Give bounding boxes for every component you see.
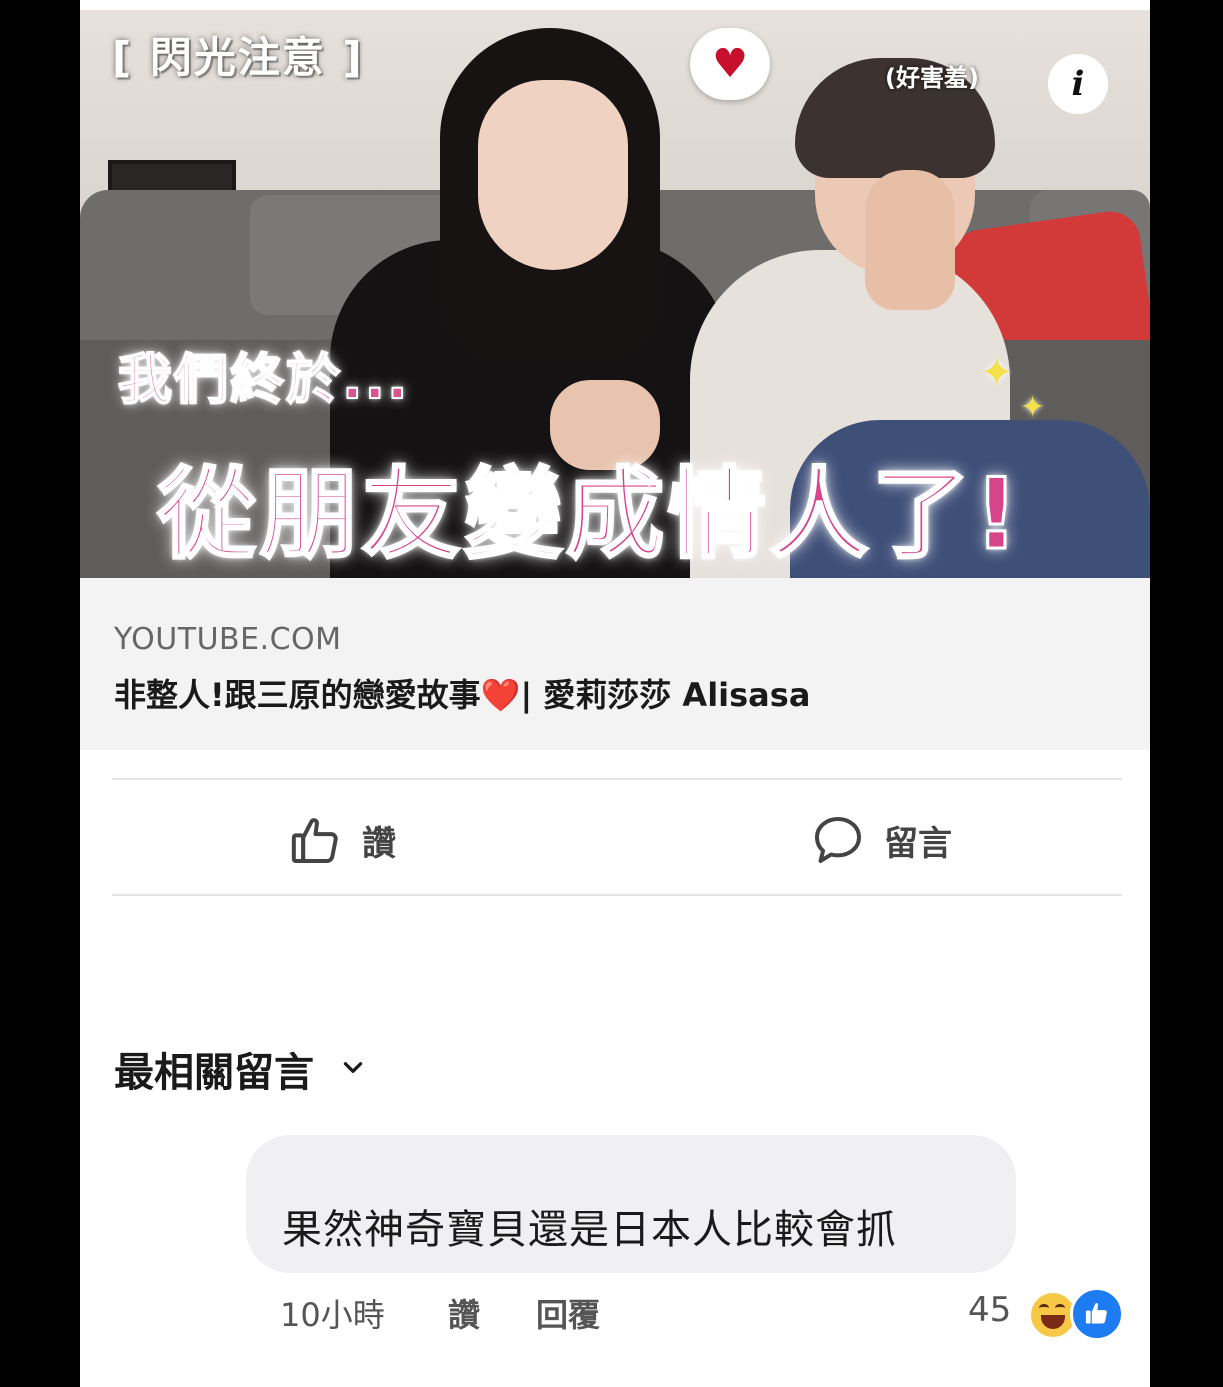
like-button[interactable]: 讚 — [288, 800, 396, 880]
heart-speech-bubble: ♥ — [690, 28, 770, 100]
overlay-caption-line1: 我們終於... — [117, 347, 410, 412]
shy-caption: (好害羞) — [885, 64, 979, 92]
flash-warning-text: [ 閃光注意 ] — [112, 33, 364, 82]
divider — [112, 894, 1122, 896]
comment-like-link[interactable]: 讚 — [448, 1290, 480, 1336]
like-label: 讚 — [362, 823, 396, 864]
link-preview[interactable]: YOUTUBE.COM 非整人!跟三原的戀愛故事❤️| 愛莉莎莎 Alisasa — [80, 578, 1150, 750]
sparkle-icon: ✦ — [980, 350, 1014, 396]
comment-sort-dropdown[interactable]: 最相關留言 — [114, 1040, 366, 1098]
reaction-count[interactable]: 45 — [968, 1290, 1011, 1330]
video-thumbnail[interactable]: [ 閃光注意 ] ♥ (好害羞) i 我們終於... 從朋友變成情人了! ✦ ✦ — [80, 10, 1150, 578]
heart-icon: ♥ — [712, 41, 748, 87]
sparkle-icon: ✦ — [1020, 390, 1046, 425]
red-heart-icon: ❤️ — [480, 676, 521, 714]
chevron-down-icon — [340, 1054, 366, 1084]
like-reaction-icon — [1070, 1287, 1124, 1341]
comment-timestamp: 10小時 — [280, 1296, 385, 1334]
comment-reply-link[interactable]: 回覆 — [536, 1290, 600, 1336]
comment-text: 果然神奇寶貝還是日本人比較會抓 — [282, 1207, 897, 1253]
info-icon[interactable]: i — [1048, 54, 1108, 114]
comment-label: 留言 — [884, 823, 952, 864]
comment-bubble[interactable]: 果然神奇寶貝還是日本人比較會抓 — [246, 1135, 1016, 1273]
link-domain: YOUTUBE.COM — [114, 622, 342, 657]
comment-button[interactable]: 留言 — [810, 800, 952, 880]
facebook-post-screen: [ 閃光注意 ] ♥ (好害羞) i 我們終於... 從朋友變成情人了! ✦ ✦… — [80, 0, 1150, 1387]
divider — [112, 778, 1122, 780]
comment-icon — [810, 812, 866, 868]
thumbs-up-icon — [288, 812, 344, 868]
link-title[interactable]: 非整人!跟三原的戀愛故事❤️| 愛莉莎莎 Alisasa — [114, 670, 810, 716]
comment-sort-label: 最相關留言 — [114, 1050, 314, 1096]
overlay-caption-line2: 從朋友變成情人了! — [157, 457, 1023, 574]
